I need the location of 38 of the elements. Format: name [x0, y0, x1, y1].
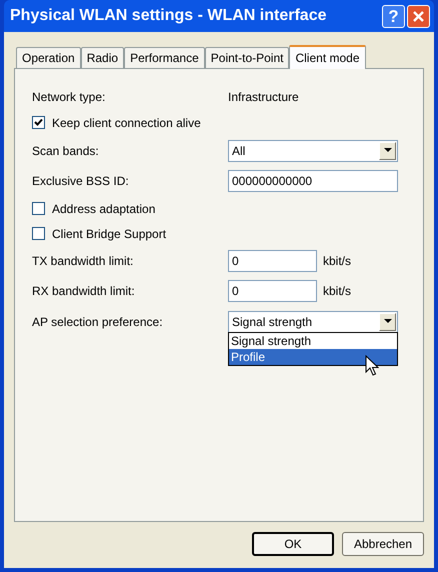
close-icon — [413, 10, 424, 22]
tab[interactable]: Operation — [16, 47, 81, 68]
checkbox-label: Client Bridge Support — [52, 226, 166, 242]
help-button[interactable]: ? — [382, 4, 405, 28]
tab[interactable]: Radio — [80, 47, 124, 68]
field-label: Scan bands: — [32, 142, 100, 160]
dropdown-button[interactable] — [379, 312, 396, 330]
checkbox[interactable] — [32, 202, 45, 215]
field-label: AP selection preference: — [32, 314, 164, 330]
close-button[interactable] — [407, 4, 430, 28]
input-field[interactable]: 0 — [228, 250, 317, 272]
dialog-button[interactable]: Abbrechen — [342, 532, 424, 556]
window-title: Physical WLAN settings - WLAN interface — [9, 6, 326, 26]
dropdown-field[interactable]: All — [228, 140, 398, 162]
tab[interactable]: Performance — [124, 47, 205, 68]
caret-icon — [384, 148, 392, 153]
caret-icon — [384, 319, 392, 324]
field-label: Network type: — [32, 89, 106, 106]
checkbox-label: Keep client connection alive — [52, 114, 201, 132]
field-value: Infrastructure — [228, 89, 299, 106]
dropdown-option[interactable]: Signal strength — [229, 333, 397, 349]
tab[interactable]: Point-to-Point — [204, 47, 290, 68]
unit-label: kbit/s — [323, 283, 352, 300]
dropdown-option[interactable]: Profile — [229, 349, 397, 365]
dialog-button[interactable]: OK — [252, 532, 334, 556]
dropdown-button[interactable] — [379, 142, 396, 160]
field-label: TX bandwidth limit: — [32, 253, 134, 270]
field-label: RX bandwidth limit: — [32, 283, 136, 300]
tab[interactable]: Client mode — [289, 45, 366, 69]
input-field[interactable]: 0 — [228, 280, 317, 302]
field-label: Exclusive BSS ID: — [32, 173, 130, 190]
checkbox[interactable] — [32, 116, 45, 129]
unit-label: kbit/s — [323, 253, 352, 270]
dropdown-field[interactable]: Signal strength — [228, 310, 398, 332]
checkbox-label: Address adaptation — [52, 200, 156, 218]
checkbox[interactable] — [32, 227, 45, 240]
check-icon — [34, 118, 43, 127]
input-field[interactable]: 000000000000 — [228, 170, 398, 192]
